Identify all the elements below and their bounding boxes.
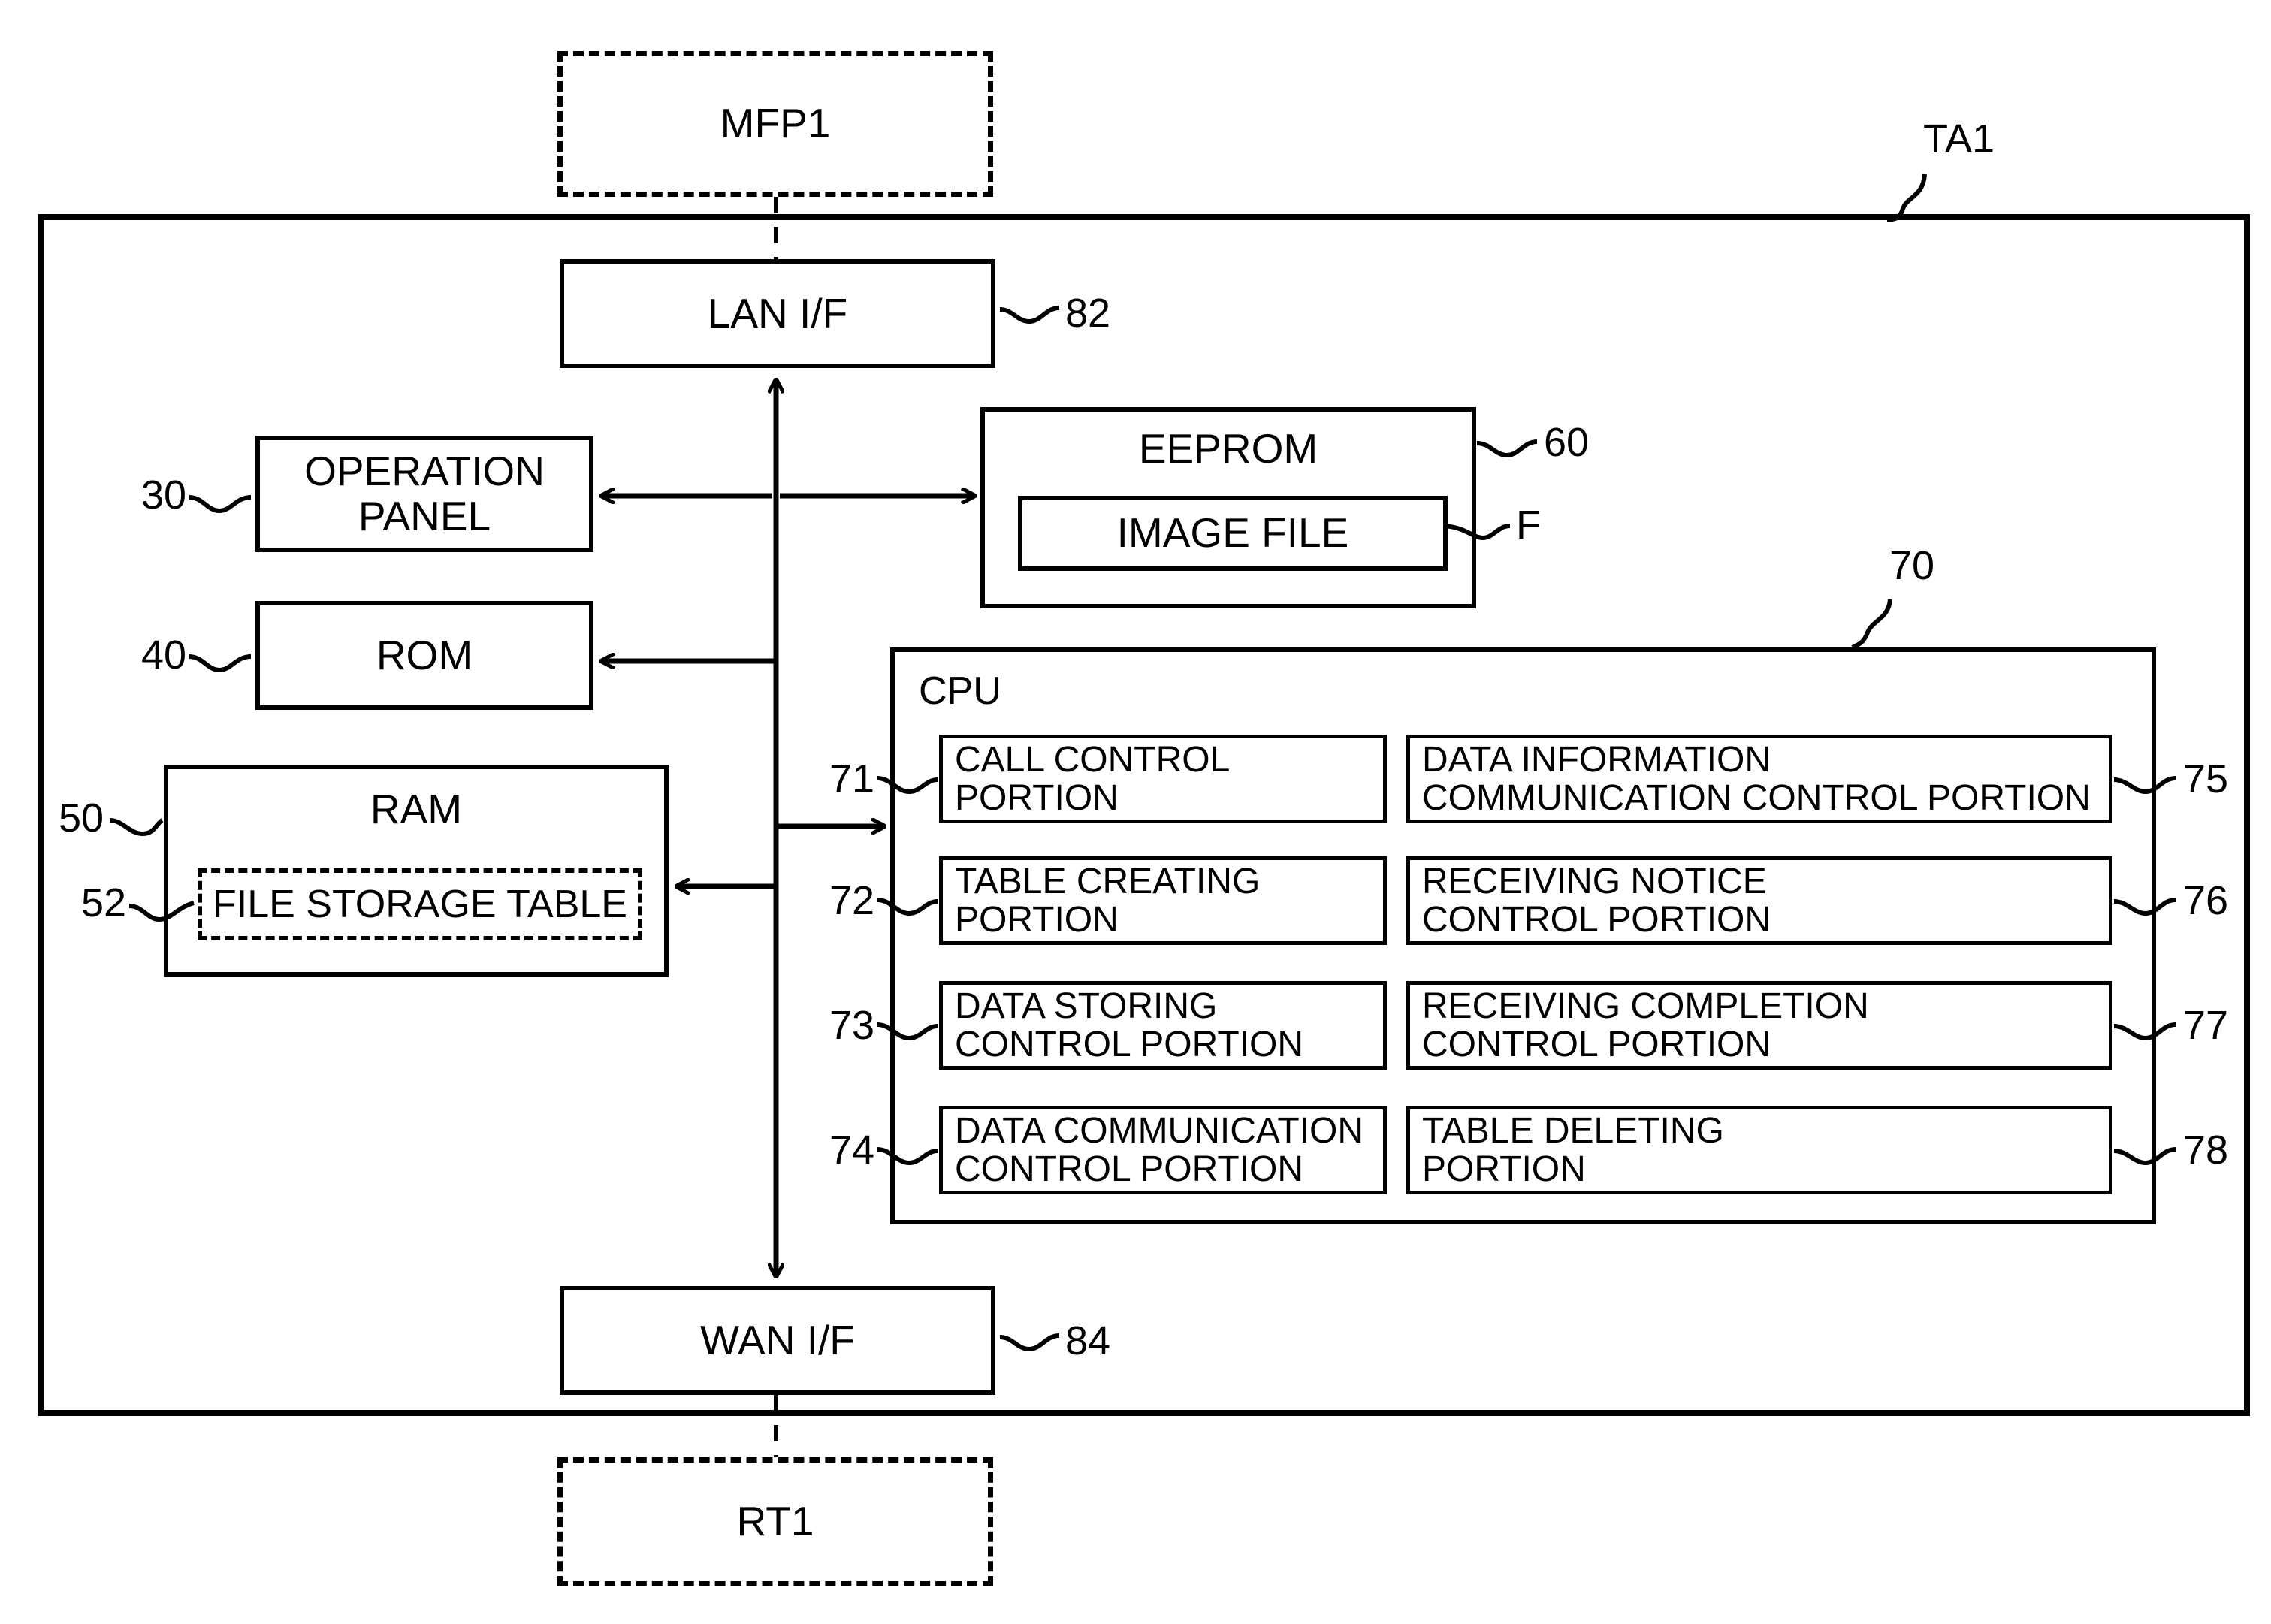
ref-label-50: 50 (59, 795, 104, 841)
cpu-portion-data-information-comm: DATA INFORMATION COMMUNICATION CONTROL P… (1406, 735, 2112, 823)
ref-label-40: 40 (141, 632, 187, 678)
file-storage-table-box: FILE STORAGE TABLE (198, 868, 642, 940)
file-storage-table-label: FILE STORAGE TABLE (213, 882, 627, 926)
ref-label-52: 52 (81, 880, 127, 925)
cpu-portion-table-deleting-label: TABLE DELETING PORTION (1422, 1110, 1724, 1189)
ram-label: RAM (370, 786, 463, 832)
wan-interface-box: WAN I/F (560, 1286, 995, 1395)
cpu-portion-receiving-completion: RECEIVING COMPLETION CONTROL PORTION (1406, 981, 2112, 1070)
ref-label-73: 73 (829, 1003, 875, 1048)
ref-label-F: F (1516, 503, 1541, 548)
external-node-rt1: RT1 (557, 1457, 993, 1586)
figure-canvas: MFP1 RT1 TA1 LAN I/F 82 WAN I/F 84 OPERA… (0, 0, 2271, 1624)
ref-label-76: 76 (2183, 878, 2229, 923)
ref-label-72: 72 (829, 878, 875, 923)
operation-panel-label: OPERATION PANEL (304, 448, 545, 539)
cpu-portion-receiving-completion-label: RECEIVING COMPLETION CONTROL PORTION (1422, 986, 1869, 1064)
cpu-portion-table-creating-label: TABLE CREATING PORTION (955, 861, 1261, 940)
leader-ta1 (1886, 174, 1927, 222)
cpu-portion-data-information-comm-label: DATA INFORMATION COMMUNICATION CONTROL P… (1422, 739, 2091, 818)
cpu-portion-data-storing: DATA STORING CONTROL PORTION (939, 981, 1387, 1070)
ref-label-82: 82 (1065, 291, 1111, 336)
image-file-box: IMAGE FILE (1018, 496, 1448, 571)
operation-panel-box: OPERATION PANEL (255, 436, 593, 552)
ref-label-78: 78 (2183, 1127, 2229, 1173)
external-node-mfp1-label: MFP1 (720, 100, 831, 147)
image-file-label: IMAGE FILE (1116, 509, 1349, 557)
eeprom-label: EEPROM (1138, 425, 1318, 472)
ref-label-60: 60 (1544, 420, 1590, 465)
cpu-portion-receiving-notice: RECEIVING NOTICE CONTROL PORTION (1406, 856, 2112, 945)
ref-label-74: 74 (829, 1127, 875, 1173)
ref-label-71: 71 (829, 756, 875, 801)
rom-box: ROM (255, 601, 593, 710)
lan-interface-box: LAN I/F (560, 259, 995, 368)
ref-label-30: 30 (141, 472, 187, 518)
cpu-portion-receiving-notice-label: RECEIVING NOTICE CONTROL PORTION (1422, 861, 1771, 940)
ram-box: RAM FILE STORAGE TABLE (164, 765, 669, 977)
ref-label-77: 77 (2183, 1003, 2229, 1048)
cpu-portion-table-creating: TABLE CREATING PORTION (939, 856, 1387, 945)
rom-label: ROM (376, 631, 473, 678)
cpu-portion-data-communication: DATA COMMUNICATION CONTROL PORTION (939, 1106, 1387, 1194)
cpu-portion-call-control: CALL CONTROL PORTION (939, 735, 1387, 823)
cpu-portion-table-deleting: TABLE DELETING PORTION (1406, 1106, 2112, 1194)
ref-label-ta1: TA1 (1923, 116, 1995, 161)
cpu-portion-data-communication-label: DATA COMMUNICATION CONTROL PORTION (955, 1110, 1364, 1189)
cpu-portion-call-control-label: CALL CONTROL PORTION (955, 739, 1231, 818)
ref-label-84: 84 (1065, 1318, 1111, 1363)
wan-interface-label: WAN I/F (700, 1316, 855, 1363)
eeprom-box: EEPROM IMAGE FILE (980, 407, 1476, 608)
external-node-rt1-label: RT1 (736, 1498, 814, 1545)
ref-label-70: 70 (1889, 543, 1935, 588)
ref-label-75: 75 (2183, 756, 2229, 801)
external-node-mfp1: MFP1 (557, 51, 993, 197)
lan-interface-label: LAN I/F (707, 289, 848, 337)
cpu-portion-data-storing-label: DATA STORING CONTROL PORTION (955, 986, 1304, 1064)
cpu-label: CPU (919, 669, 1001, 713)
